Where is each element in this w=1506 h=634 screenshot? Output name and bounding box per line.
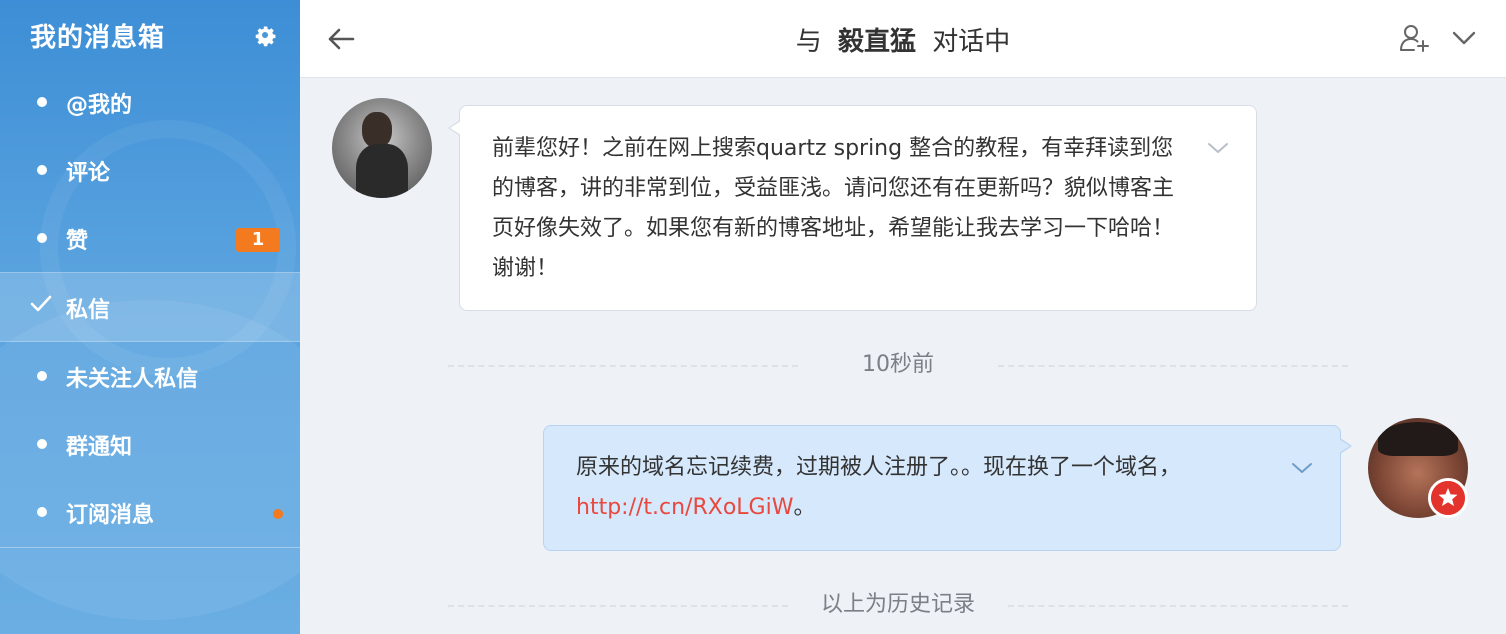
timestamp: 10秒前	[862, 352, 934, 377]
message-link[interactable]: http://t.cn/RXoLGiW	[576, 495, 793, 520]
history-label: 以上为历史记录	[820, 592, 975, 617]
bullet-icon	[37, 97, 47, 107]
verified-star-icon	[1428, 478, 1468, 518]
sidebar-item-subscriptions[interactable]: 订阅消息	[0, 478, 300, 546]
contact-name[interactable]: 毅直猛	[838, 27, 916, 57]
sidebar-item-label: @我的	[66, 93, 133, 118]
conversation-header: 与 毅直猛 对话中	[300, 0, 1506, 78]
sidebar: 我的消息箱 @我的 评论 赞 1 私信 未关注人私信 群通知 订阅消息	[0, 0, 300, 634]
message-text: 前辈您好！之前在网上搜索quartz spring 整合的教程，有幸拜读到您的博…	[492, 136, 1175, 281]
sidebar-item-label: 私信	[66, 298, 111, 323]
sidebar-item-label: 评论	[66, 161, 111, 186]
sidebar-item-label: 未关注人私信	[66, 367, 199, 392]
title-suffix: 对话中	[932, 27, 1011, 57]
message-text: 原来的域名忘记续费，过期被人注册了。。现在换了一个域名，	[576, 455, 1182, 480]
title-prefix: 与	[795, 27, 822, 57]
bullet-icon	[37, 371, 47, 381]
history-separator: 以上为历史记录	[448, 590, 1348, 620]
conversation-panel: 与 毅直猛 对话中 前辈您好！之前在网上搜索quartz spring 整合的教…	[300, 0, 1506, 634]
sidebar-item-stranger-messages[interactable]: 未关注人私信	[0, 342, 300, 410]
chevron-down-icon[interactable]	[1206, 138, 1230, 158]
bullet-icon	[37, 233, 47, 243]
new-indicator-dot	[273, 509, 283, 519]
outgoing-message-bubble: 原来的域名忘记续费，过期被人注册了。。现在换了一个域名， http://t.cn/…	[543, 425, 1352, 551]
count-badge: 1	[236, 228, 280, 252]
sidebar-divider	[0, 547, 300, 548]
sidebar-item-label: 赞	[66, 229, 89, 254]
sidebar-item-group-notifications[interactable]: 群通知	[0, 410, 300, 478]
add-user-icon[interactable]	[1398, 22, 1430, 54]
message-text-end: 。	[793, 495, 816, 520]
sidebar-title: 我的消息箱	[30, 23, 166, 53]
bullet-icon	[37, 507, 47, 517]
sidebar-item-label: 订阅消息	[66, 503, 155, 528]
bullet-icon	[37, 165, 47, 175]
sidebar-header: 我的消息箱	[0, 0, 300, 70]
conversation-title: 与 毅直猛 对话中	[300, 21, 1506, 58]
chevron-down-icon[interactable]	[1451, 26, 1477, 50]
contact-avatar[interactable]	[332, 98, 432, 198]
sidebar-item-mentions[interactable]: @我的	[0, 68, 300, 136]
chevron-down-icon[interactable]	[1290, 458, 1314, 478]
sidebar-item-comments[interactable]: 评论	[0, 136, 300, 204]
time-separator: 10秒前	[448, 350, 1348, 380]
bullet-icon	[37, 439, 47, 449]
sidebar-item-likes[interactable]: 赞 1	[0, 204, 300, 272]
checkmark-icon	[30, 295, 52, 312]
sidebar-item-private-messages[interactable]: 私信	[0, 272, 300, 342]
incoming-message-bubble: 前辈您好！之前在网上搜索quartz spring 整合的教程，有幸拜读到您的博…	[448, 105, 1257, 311]
gear-icon[interactable]	[251, 21, 279, 49]
sidebar-item-label: 群通知	[66, 435, 133, 460]
